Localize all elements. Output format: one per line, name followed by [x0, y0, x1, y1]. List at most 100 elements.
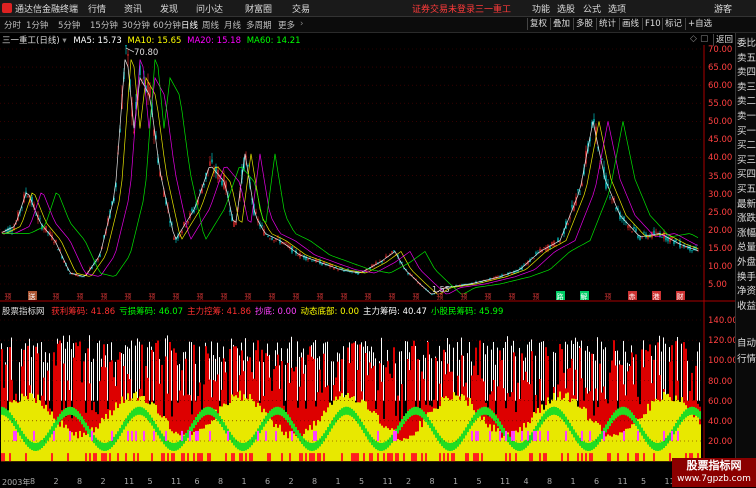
tab-fenshi[interactable]: 分时	[4, 19, 21, 31]
event-marker[interactable]: 预	[245, 292, 252, 301]
menu-hangqing[interactable]: 行情	[88, 2, 106, 15]
tool-fuquan[interactable]: 复权	[527, 18, 549, 30]
event-marker[interactable]: 预	[461, 292, 468, 301]
app-logo-icon	[2, 3, 12, 13]
event-marker[interactable]: 解	[581, 292, 588, 301]
side-item[interactable]: 行情	[737, 351, 756, 365]
tab-more[interactable]: 更多	[278, 19, 295, 31]
event-marker[interactable]: 预	[77, 292, 84, 301]
menu-faxian[interactable]: 发现	[160, 2, 178, 15]
kline-axis-tick: 50.00	[708, 117, 733, 128]
event-marker[interactable]: 预	[5, 292, 12, 301]
x-axis-tick: 8	[218, 477, 224, 486]
tool-huaxian[interactable]: 画线	[619, 18, 641, 30]
indicator-item-5: 主力筹码: 40.47	[363, 307, 427, 317]
quote-side-panel: 委比 卖五 卖四 卖三 卖二 卖一 买一 买二 买三 买四 买五 最新 涨跌 涨幅 总量 外盘 换手 净资 收益 自动…	[735, 33, 756, 487]
x-axis-tick: 8	[429, 477, 435, 486]
kline-axis-tick: 20.00	[708, 225, 733, 236]
indicator-axis-tick: 60.00	[708, 396, 733, 407]
event-marker[interactable]: 预	[125, 292, 132, 301]
tool-diejia[interactable]: 叠加	[550, 18, 572, 30]
event-marker[interactable]: 预	[317, 292, 324, 301]
indicator-item-3: 抄底: 0.00	[254, 307, 297, 317]
tab-1min[interactable]: 1分钟	[26, 19, 48, 31]
menu-xuanxiang[interactable]: 选项	[608, 2, 626, 15]
side-item: 净资	[737, 286, 756, 298]
diamond-icon[interactable]: ◇	[690, 34, 697, 44]
event-marker[interactable]: 预	[269, 292, 276, 301]
event-marker[interactable]: 预	[485, 292, 492, 301]
tab-5min[interactable]: 5分钟	[58, 19, 80, 31]
menu-xuangu[interactable]: 选股	[557, 2, 575, 15]
side-item[interactable]: 自动	[737, 335, 756, 349]
event-marker[interactable]: 路	[557, 292, 564, 301]
tab-weekly[interactable]: 周线	[202, 19, 219, 31]
tool-biaoji[interactable]: 标记	[662, 18, 684, 30]
event-marker[interactable]: 预	[293, 292, 300, 301]
side-item: 卖五	[737, 52, 756, 64]
kline-chart[interactable]: 预送预预预预预预预预预预预预预预预预预预预预预路解预赤港财 70.80 1.55	[0, 45, 735, 477]
event-marker[interactable]: 预	[605, 292, 612, 301]
side-item: 买五	[737, 184, 756, 195]
side-item: 买四	[737, 169, 756, 181]
x-axis-tick: 1	[335, 477, 341, 486]
event-marker[interactable]: 财	[677, 292, 684, 301]
menu-gongshi[interactable]: 公式	[583, 2, 601, 15]
indicator-axis-tick: 40.00	[708, 416, 733, 427]
tab-multi-period[interactable]: 多周期	[246, 19, 272, 31]
side-item: 卖四	[737, 67, 756, 79]
event-marker[interactable]: 预	[341, 292, 348, 301]
x-axis-tick: 8	[312, 477, 318, 486]
event-marker[interactable]: 预	[533, 292, 540, 301]
event-marker[interactable]: 预	[365, 292, 372, 301]
user-guest[interactable]: 游客	[714, 2, 732, 15]
event-marker[interactable]: 预	[197, 292, 204, 301]
event-marker[interactable]: 预	[53, 292, 60, 301]
event-marker[interactable]: 预	[173, 292, 180, 301]
indicator-item-0: 获利筹码: 41.86	[51, 307, 116, 317]
indicator-item-6: 小股民筹码: 45.99	[430, 307, 504, 317]
menu-gongneng[interactable]: 功能	[532, 2, 550, 15]
tab-monthly[interactable]: 月线	[224, 19, 241, 31]
event-marker[interactable]: 送	[29, 292, 36, 301]
high-price-label: 70.80	[134, 48, 158, 58]
side-item: 换手	[737, 271, 756, 283]
watermark-title: 股票指标网	[686, 459, 742, 472]
period-tabs: 分时 1分钟 5分钟 15分钟 30分钟 60分钟 日线 周线 月线 多周期 更…	[0, 17, 756, 46]
event-marker[interactable]: 预	[149, 292, 156, 301]
event-marker[interactable]: 港	[653, 292, 660, 301]
tab-30min[interactable]: 30分钟	[122, 19, 150, 31]
x-axis-tick: 6	[265, 477, 271, 486]
tab-daily[interactable]: 日线	[181, 19, 198, 31]
event-marker[interactable]: 赤	[629, 293, 636, 301]
tab-60min[interactable]: 60分钟	[153, 19, 181, 31]
window-icon[interactable]: ▢	[700, 34, 709, 44]
kline-axis-tick: 15.00	[708, 243, 733, 254]
menu-wenxiaoda[interactable]: 问小达	[196, 2, 223, 15]
indicator-chart	[1, 335, 701, 462]
login-status[interactable]: 证券交易未登录	[412, 2, 475, 15]
event-marker[interactable]: 预	[413, 292, 420, 301]
chevron-right-icon[interactable]: ›	[300, 19, 303, 29]
tool-add-favorite[interactable]: +自选	[685, 18, 714, 30]
kline-candles	[1, 45, 699, 296]
indicator-item-4: 动态底部: 0.00	[300, 307, 360, 317]
menu-caifuquan[interactable]: 财富圈	[245, 2, 272, 15]
side-item: 卖三	[737, 81, 756, 93]
tool-tongji[interactable]: 统计	[596, 18, 618, 30]
x-axis-tick: 6	[594, 477, 600, 486]
tool-f10[interactable]: F10	[642, 18, 663, 30]
tab-15min[interactable]: 15分钟	[90, 19, 118, 31]
event-marker[interactable]: 预	[221, 292, 228, 301]
x-axis-tick: 1	[570, 477, 576, 486]
tool-duogu[interactable]: 多股	[573, 18, 595, 30]
menu-zixun[interactable]: 资讯	[124, 2, 142, 15]
event-marker[interactable]: 预	[101, 292, 108, 301]
event-marker[interactable]: 预	[509, 292, 516, 301]
indicator-axis-tick: 20.00	[708, 437, 733, 447]
kline-grid	[0, 48, 704, 285]
side-item: 涨幅	[737, 227, 756, 239]
event-marker[interactable]: 预	[389, 292, 396, 301]
menu-jiaoyi[interactable]: 交易	[292, 2, 310, 15]
watermark-url: www.7gpzb.com	[677, 474, 751, 484]
